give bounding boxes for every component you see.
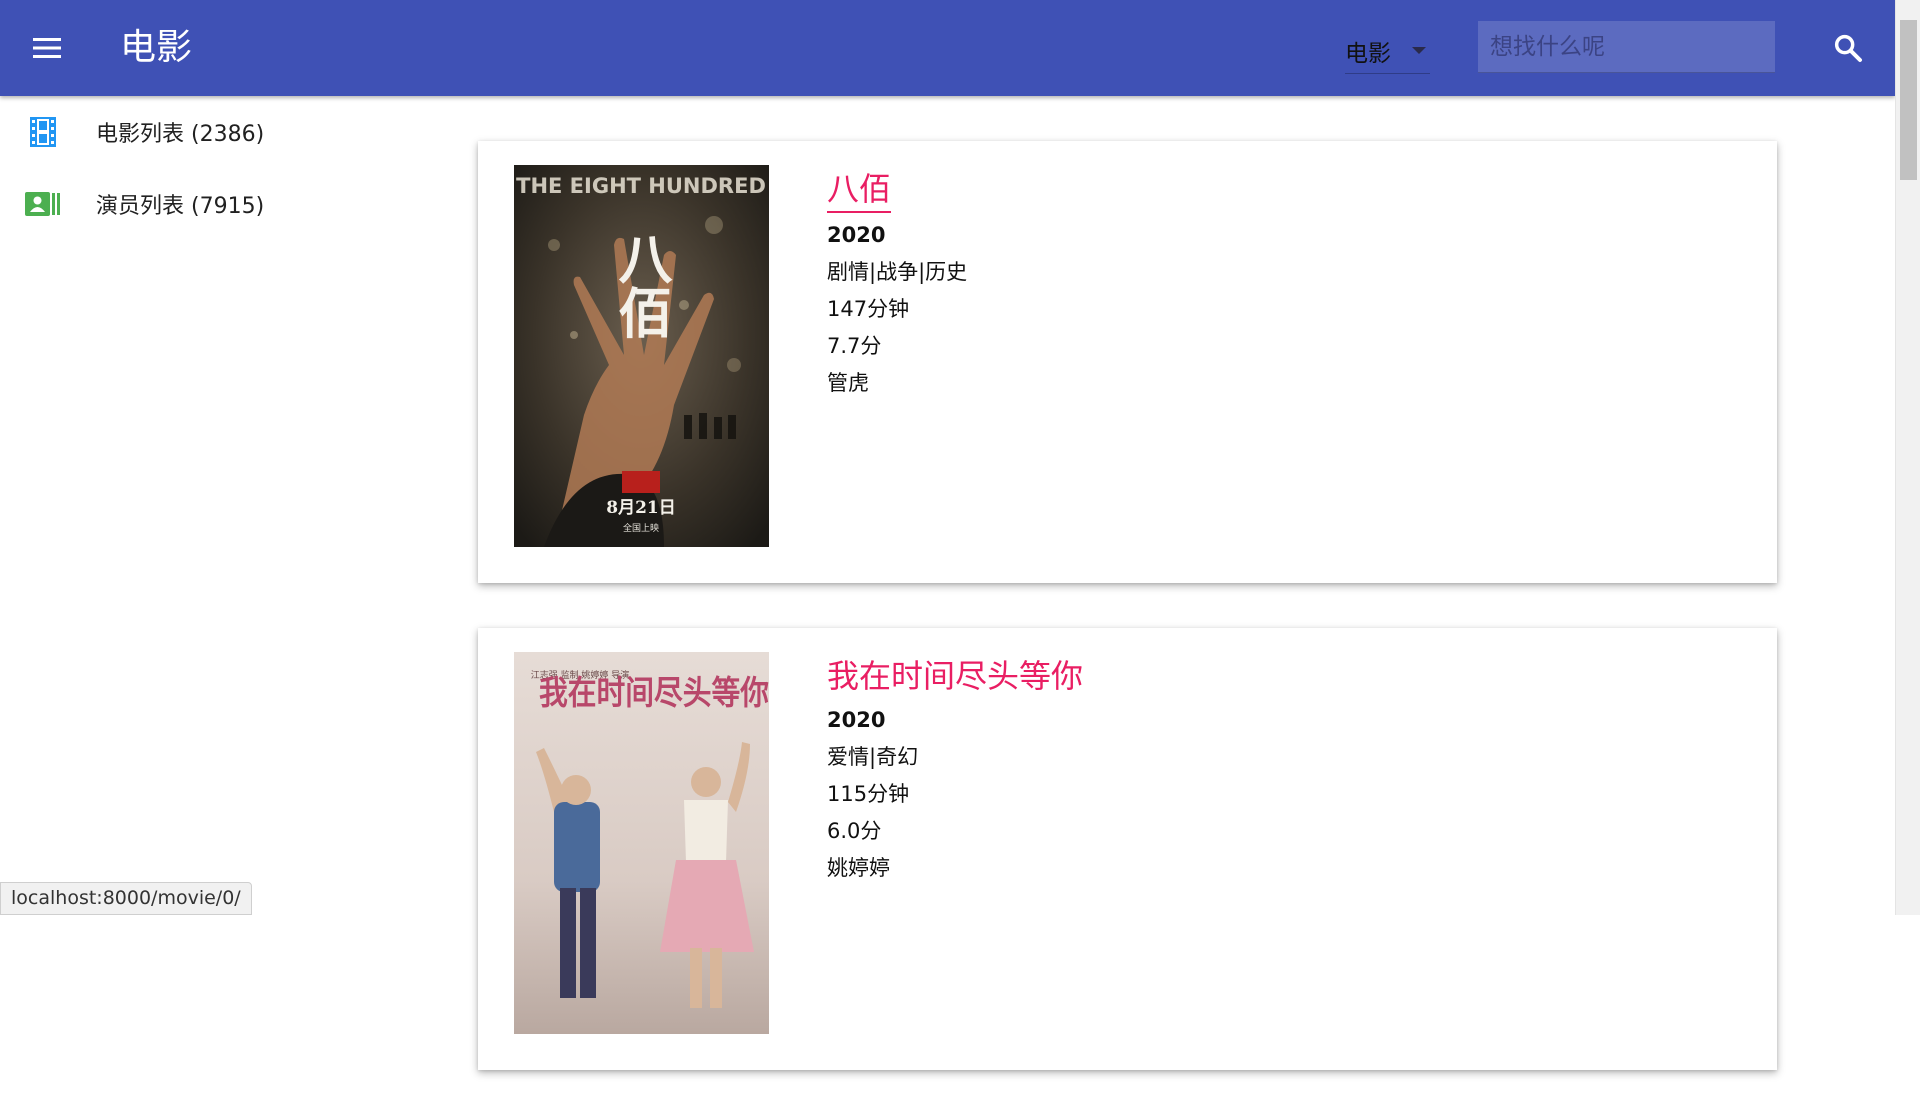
movie-duration: 147分钟: [827, 297, 910, 321]
movie-rating: 7.7分: [827, 334, 882, 358]
movie-rating: 6.0分: [827, 819, 882, 843]
search-input[interactable]: [1478, 21, 1775, 73]
movie-year: 2020: [827, 223, 886, 247]
movie-title-link[interactable]: 八佰: [827, 167, 892, 213]
menu-button[interactable]: [25, 26, 69, 70]
contacts-card-icon: [24, 187, 62, 221]
poster-title-art: 我在时间尽头等你: [539, 673, 769, 712]
movie-list: THE EIGHT HUNDRED 八佰 8月21日 全国上映 八佰 2020 …: [478, 141, 1777, 1115]
poster-subtitle: 全国上映: [623, 522, 659, 534]
poster-heading: THE EIGHT HUNDRED: [516, 174, 766, 198]
sidebar: 电影列表 (2386) 演员列表 (7915): [0, 96, 380, 240]
movie-poster[interactable]: 江志强 监制 姚婷婷 导演 我在时间尽头等你: [514, 652, 769, 1034]
menu-icon: [33, 38, 61, 58]
movie-info: 八佰 2020 剧情|战争|历史 147分钟 7.7分 管虎: [827, 167, 967, 402]
movie-genres: 剧情|战争|历史: [827, 260, 968, 284]
browser-status-bar: localhost:8000/movie/0/: [0, 882, 252, 915]
movie-title-link[interactable]: 我在时间尽头等你: [827, 654, 1083, 698]
category-select[interactable]: 电影: [1345, 28, 1430, 74]
movie-film-icon: [24, 115, 62, 149]
movie-card: 江志强 监制 姚婷婷 导演 我在时间尽头等你 我在时间尽头等你 2020 爱情|…: [478, 628, 1777, 1070]
app-bar: 电影 电影: [0, 0, 1895, 96]
movie-year: 2020: [827, 708, 886, 732]
scrollbar-thumb[interactable]: [1900, 20, 1917, 180]
search-icon: [1834, 34, 1862, 62]
movie-info: 我在时间尽头等你 2020 爱情|奇幻 115分钟 6.0分 姚婷婷: [827, 654, 1083, 887]
sidebar-item-label: 电影列表 (2386): [96, 122, 265, 147]
category-select-value: 电影: [1345, 40, 1391, 67]
movie-director: 管虎: [827, 371, 869, 395]
search-button[interactable]: [1826, 26, 1870, 70]
movie-director: 姚婷婷: [827, 856, 890, 880]
page-scrollbar[interactable]: [1895, 0, 1920, 915]
movie-card: THE EIGHT HUNDRED 八佰 8月21日 全国上映 八佰 2020 …: [478, 141, 1777, 583]
movie-duration: 115分钟: [827, 782, 910, 806]
chevron-down-icon: [1412, 47, 1426, 54]
poster-title-art: 八佰: [609, 231, 673, 339]
sidebar-item-movies[interactable]: 电影列表 (2386): [0, 96, 380, 168]
poster-date: 8月21日: [606, 498, 676, 518]
movie-poster[interactable]: THE EIGHT HUNDRED 八佰 8月21日 全国上映: [514, 165, 769, 547]
app-title: 电影: [120, 27, 193, 68]
sidebar-item-actors[interactable]: 演员列表 (7915): [0, 168, 380, 240]
movie-genres: 爱情|奇幻: [827, 745, 919, 769]
sidebar-item-label: 演员列表 (7915): [96, 194, 265, 219]
